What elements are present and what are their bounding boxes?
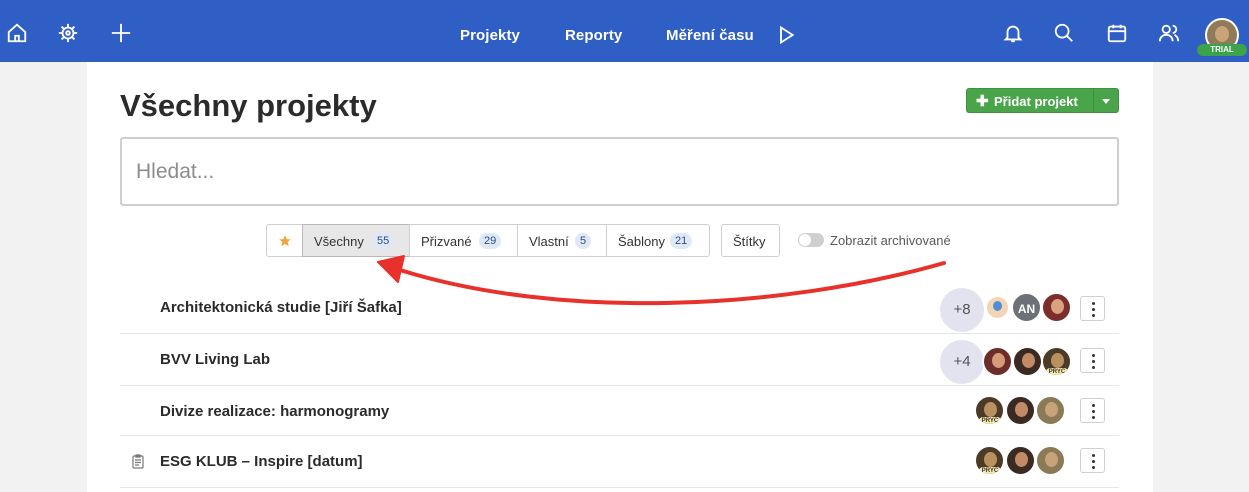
filter-label: Všechny — [314, 234, 364, 249]
count-badge: 5 — [575, 233, 592, 249]
project-name[interactable]: Divize realizace: harmonogramy — [160, 403, 389, 420]
avatar — [982, 346, 1013, 377]
more-members-count[interactable]: +8 — [940, 288, 984, 332]
search-input[interactable] — [120, 137, 1119, 206]
star-icon — [279, 235, 291, 247]
chevron-down-icon[interactable] — [1102, 99, 1110, 104]
away-badge: PRYČ — [1046, 368, 1068, 375]
play-icon[interactable] — [776, 25, 796, 45]
bell-icon[interactable] — [1002, 22, 1024, 44]
avatar: PRYČ — [1041, 346, 1072, 377]
add-project-label: Přidat projekt — [994, 94, 1078, 109]
filter-prizvane[interactable]: Přizvané 29 — [409, 224, 518, 257]
filter-label: Přizvané — [421, 234, 472, 249]
avatar: PRYČ — [974, 395, 1005, 426]
avatar — [985, 295, 1010, 320]
project-row[interactable]: Divize realizace: harmonogramy PRYČ — [120, 386, 1119, 436]
filter-label: Šablony — [618, 234, 665, 249]
away-badge: PRYČ — [979, 467, 1001, 474]
row-menu-button[interactable] — [1080, 448, 1105, 473]
avatar — [1012, 346, 1043, 377]
row-menu-button[interactable] — [1080, 296, 1105, 321]
calendar-icon[interactable] — [1106, 22, 1128, 44]
more-members-count[interactable]: +4 — [940, 340, 984, 384]
tags-label: Štítky — [733, 234, 766, 249]
avatar — [1005, 395, 1036, 426]
away-badge: PRYČ — [979, 417, 1001, 424]
count-badge: 29 — [479, 233, 502, 249]
filter-vsechny[interactable]: Všechny 55 — [302, 224, 410, 257]
count-badge: 21 — [670, 233, 693, 249]
top-navigation-bar: Projekty Reporty Měření času TRIAL — [0, 0, 1249, 62]
avatar — [1005, 445, 1036, 476]
filter-vlastni[interactable]: Vlastní 5 — [517, 224, 607, 257]
avatar — [1035, 395, 1066, 426]
search-icon[interactable] — [1053, 22, 1075, 44]
project-row[interactable]: ESG KLUB – Inspire [datum] PRYČ — [120, 436, 1119, 488]
trial-badge: TRIAL — [1197, 44, 1247, 56]
row-menu-button[interactable] — [1080, 398, 1105, 423]
favorites-filter[interactable] — [266, 224, 303, 257]
home-icon[interactable] — [6, 22, 28, 44]
archive-toggle-label: Zobrazit archivované — [830, 233, 951, 248]
project-name[interactable]: Architektonická studie [Jiří Šafka] — [160, 299, 402, 316]
nav-projekty[interactable]: Projekty — [460, 27, 520, 44]
avatar: PRYČ — [974, 445, 1005, 476]
nav-reporty[interactable]: Reporty — [565, 27, 622, 44]
project-row[interactable]: Architektonická studie [Jiří Šafka] +8 A… — [120, 282, 1119, 334]
filter-label: Vlastní — [529, 234, 569, 249]
helm-icon[interactable] — [57, 22, 79, 44]
filter-sablony[interactable]: Šablony 21 — [606, 224, 710, 257]
count-badge: 55 — [372, 233, 395, 249]
plus-icon[interactable] — [110, 22, 132, 44]
users-icon[interactable] — [1158, 22, 1180, 44]
avatar — [1035, 445, 1066, 476]
project-name[interactable]: ESG KLUB – Inspire [datum] — [160, 453, 363, 470]
main-content: Všechny projekty ✚ Přidat projekt Všechn… — [87, 62, 1153, 492]
avatar — [1041, 292, 1072, 323]
project-row[interactable]: BVV Living Lab +4 PRYČ — [120, 334, 1119, 386]
row-menu-button[interactable] — [1080, 348, 1105, 373]
plus-icon: ✚ — [976, 93, 989, 110]
add-project-button[interactable]: ✚ Přidat projekt — [966, 88, 1119, 113]
page-title: Všechny projekty — [120, 88, 377, 123]
nav-mereni-casu[interactable]: Měření času — [666, 27, 754, 44]
avatar: AN — [1011, 292, 1042, 323]
project-name[interactable]: BVV Living Lab — [160, 351, 270, 368]
clipboard-icon — [132, 454, 144, 469]
tags-button[interactable]: Štítky — [721, 224, 780, 257]
archive-toggle[interactable] — [798, 233, 824, 247]
